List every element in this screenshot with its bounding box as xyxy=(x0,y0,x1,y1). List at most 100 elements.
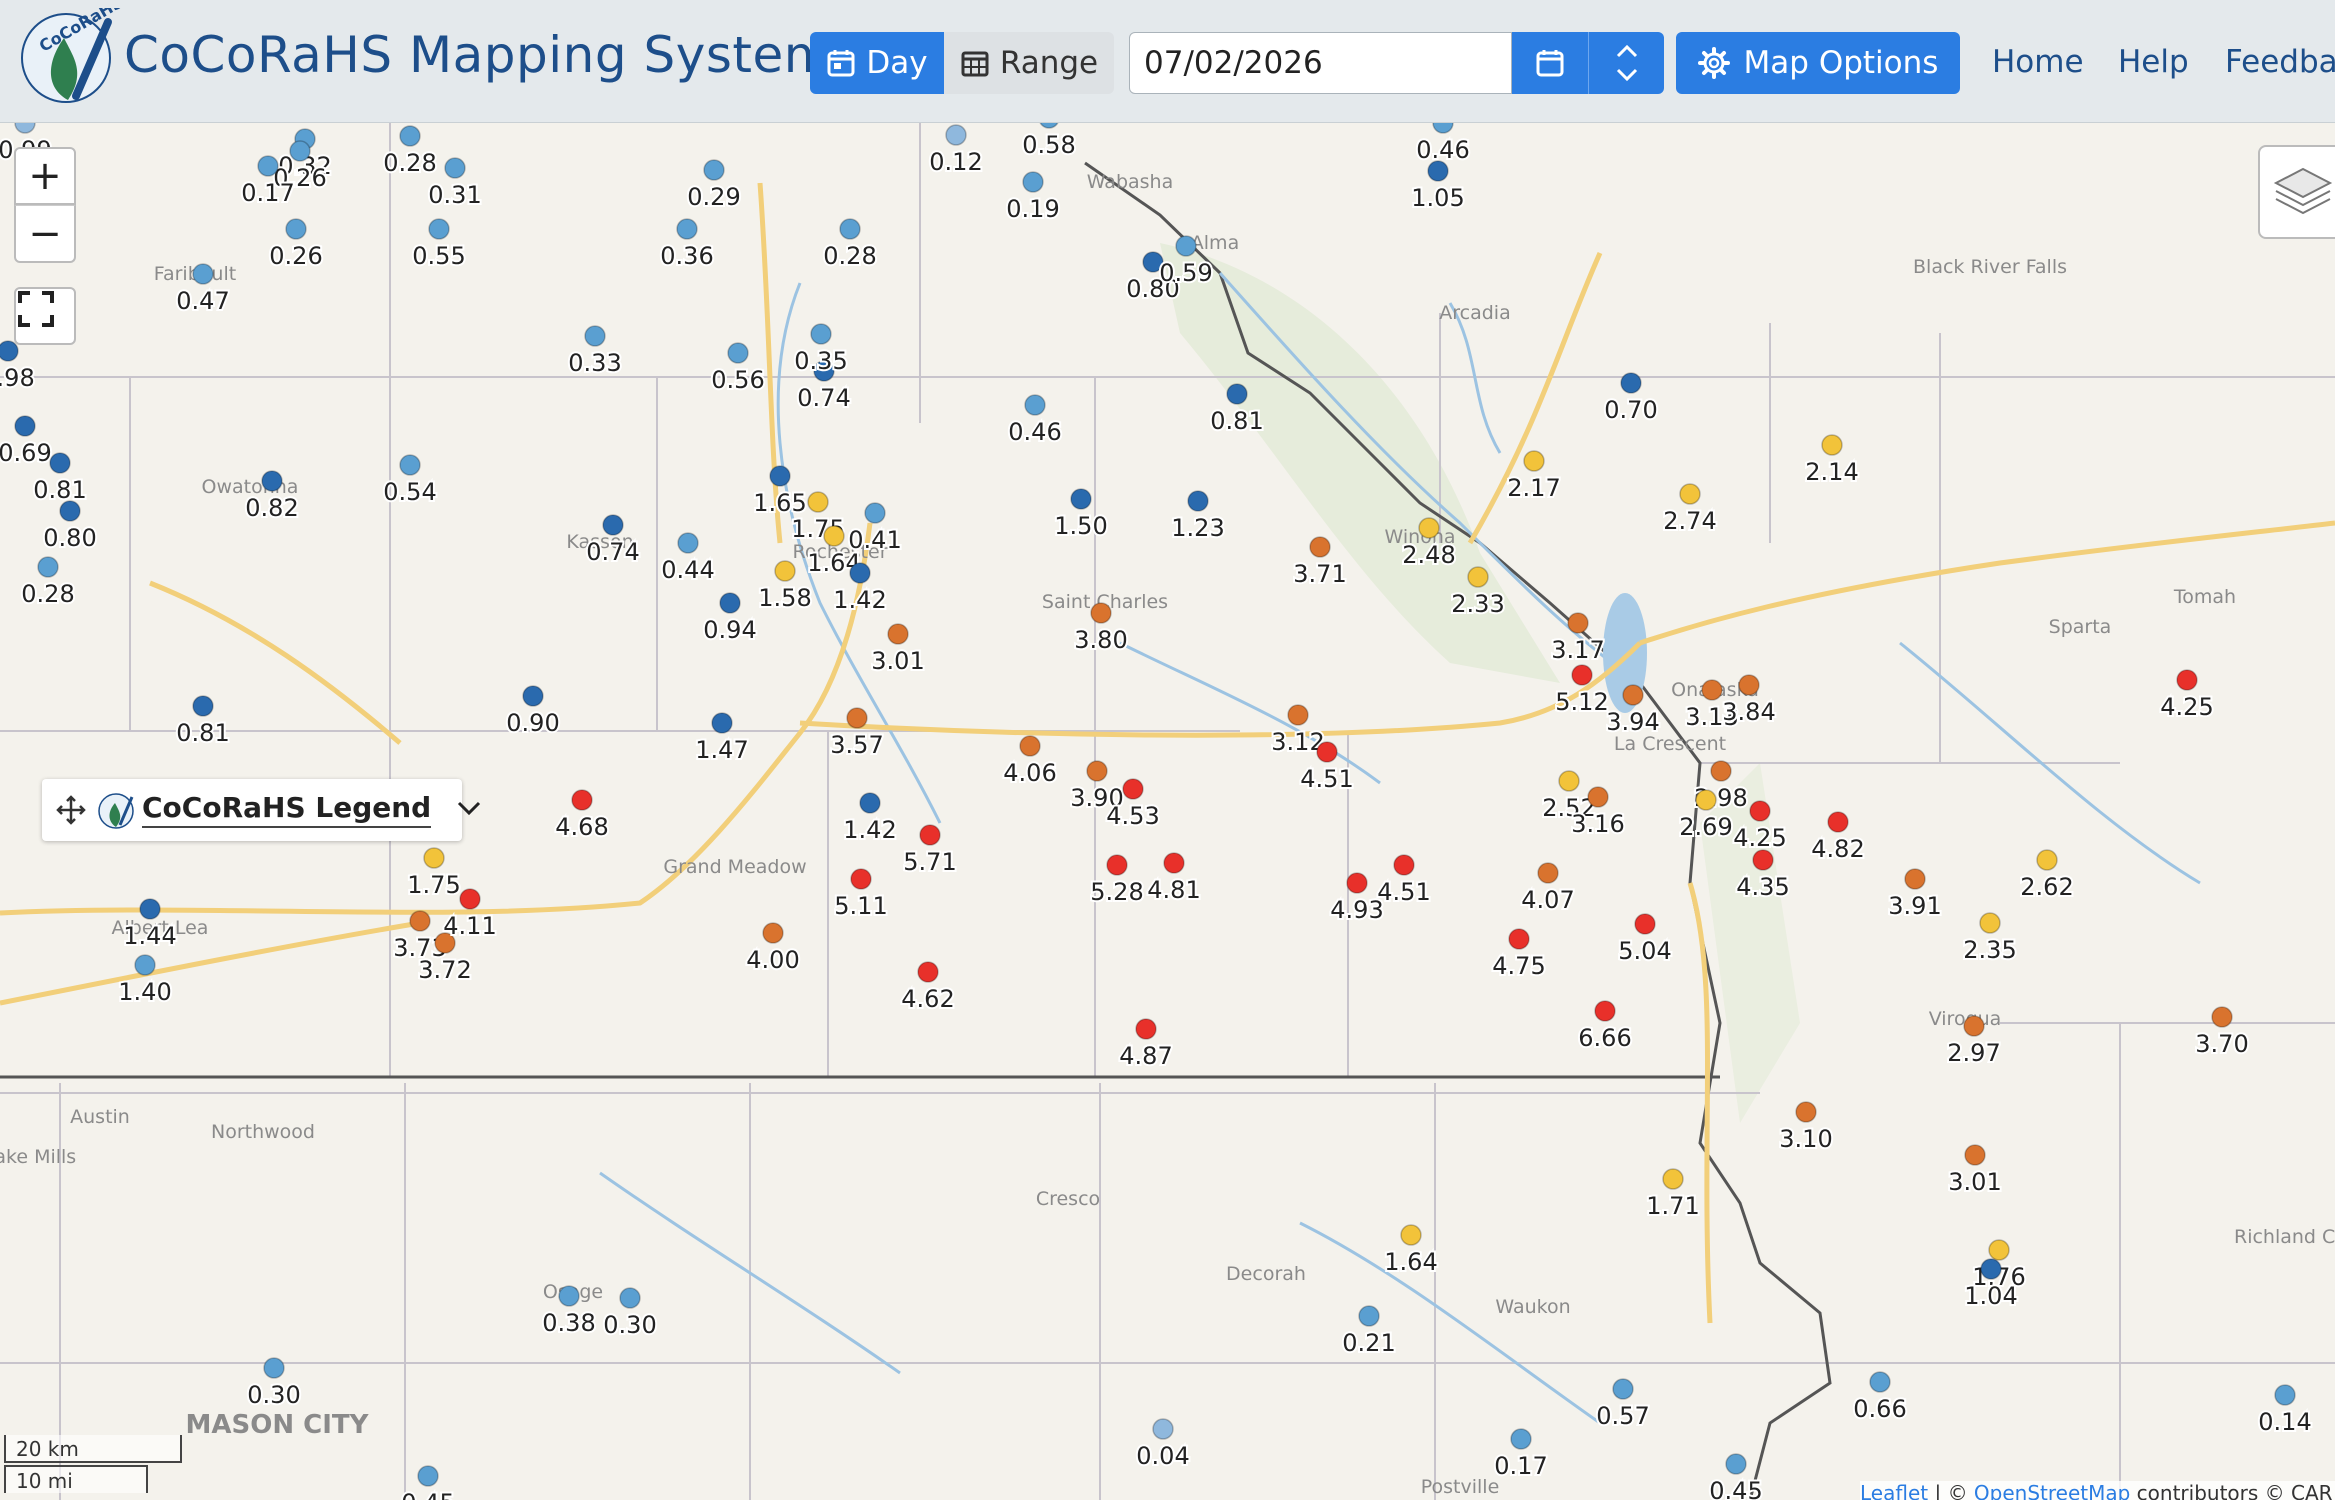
station-dot[interactable] xyxy=(1400,1224,1422,1246)
station-dot[interactable] xyxy=(619,1287,641,1309)
station-marker[interactable]: 6.66 xyxy=(1576,1000,1634,1054)
map-canvas[interactable]: FaribaultOwatonnaAlbert LeaAustinGrand M… xyxy=(0,123,2335,1500)
station-dot[interactable] xyxy=(1749,800,1771,822)
nav-home-link[interactable]: Home xyxy=(1992,44,2084,80)
station-marker[interactable]: 0.45 xyxy=(1707,1453,1765,1500)
station-marker[interactable]: 1.47 xyxy=(693,712,751,766)
station-marker[interactable]: 4.00 xyxy=(744,922,802,976)
station-dot[interactable] xyxy=(37,556,59,578)
station-marker[interactable]: 5.71 xyxy=(901,824,959,878)
station-dot[interactable] xyxy=(1358,1305,1380,1327)
station-dot[interactable] xyxy=(1752,849,1774,871)
station-marker[interactable]: 4.25 xyxy=(2158,669,2216,723)
station-marker[interactable]: 3.01 xyxy=(1946,1144,2004,1198)
station-marker[interactable]: 3.01 xyxy=(869,623,927,677)
station-marker[interactable]: 0.30 xyxy=(601,1287,659,1341)
fullscreen-button[interactable] xyxy=(14,287,76,345)
station-marker[interactable]: 4.68 xyxy=(553,789,611,843)
station-marker[interactable]: 0.57 xyxy=(1594,1378,1652,1432)
station-marker[interactable]: 0.94 xyxy=(701,592,759,646)
station-dot[interactable] xyxy=(1662,1168,1684,1190)
station-marker[interactable]: 0.44 xyxy=(659,532,717,586)
station-dot[interactable] xyxy=(2176,669,2198,691)
station-dot[interactable] xyxy=(423,847,445,869)
station-dot[interactable] xyxy=(59,500,81,522)
station-dot[interactable] xyxy=(917,961,939,983)
range-toggle-button[interactable]: Range xyxy=(944,32,1114,94)
station-marker[interactable]: 3.80 xyxy=(1072,602,1130,656)
station-dot[interactable] xyxy=(285,218,307,240)
station-marker[interactable]: 0.45 xyxy=(399,1465,457,1500)
station-dot[interactable] xyxy=(1634,913,1656,935)
station-dot[interactable] xyxy=(1795,1101,1817,1123)
station-marker[interactable]: 0.28 xyxy=(19,556,77,610)
station-dot[interactable] xyxy=(1979,912,2001,934)
station-dot[interactable] xyxy=(1988,1239,2010,1261)
station-dot[interactable] xyxy=(1175,235,1197,257)
station-marker[interactable]: 0.41 xyxy=(846,502,904,556)
station-dot[interactable] xyxy=(846,707,868,729)
station-marker[interactable]: 1.75 xyxy=(405,847,463,901)
station-marker[interactable]: 2.17 xyxy=(1505,450,1563,504)
station-dot[interactable] xyxy=(1086,760,1108,782)
station-dot[interactable] xyxy=(2211,1006,2233,1028)
station-dot[interactable] xyxy=(14,415,36,437)
station-marker[interactable]: 0.47 xyxy=(174,263,232,317)
layers-control-button[interactable] xyxy=(2258,145,2335,239)
station-marker[interactable]: 0.17 xyxy=(1492,1428,1550,1482)
station-dot[interactable] xyxy=(2036,849,2058,871)
station-marker[interactable]: 5.28 xyxy=(1088,854,1146,908)
station-dot[interactable] xyxy=(807,491,829,513)
station-marker[interactable]: 0.29 xyxy=(685,159,743,213)
station-marker[interactable]: 0.90 xyxy=(504,685,562,739)
station-dot[interactable] xyxy=(49,452,71,474)
map-options-button[interactable]: Map Options xyxy=(1676,32,1960,94)
leaflet-link[interactable]: Leaflet xyxy=(1860,1481,1928,1500)
station-dot[interactable] xyxy=(1122,778,1144,800)
station-dot[interactable] xyxy=(1558,770,1580,792)
station-dot[interactable] xyxy=(1418,517,1440,539)
station-dot[interactable] xyxy=(887,623,909,645)
station-marker[interactable]: 5.11 xyxy=(832,868,890,922)
date-input[interactable] xyxy=(1129,32,1512,94)
station-dot[interactable] xyxy=(1287,704,1309,726)
station-marker[interactable]: 2.97 xyxy=(1945,1015,2003,1069)
station-marker[interactable]: 0.14 xyxy=(2256,1384,2314,1438)
station-marker[interactable]: 0.81 xyxy=(174,695,232,749)
station-dot[interactable] xyxy=(558,1285,580,1307)
station-dot[interactable] xyxy=(409,910,431,932)
station-dot[interactable] xyxy=(1827,811,1849,833)
station-dot[interactable] xyxy=(810,323,832,345)
station-marker[interactable]: 3.94 xyxy=(1604,684,1662,738)
station-dot[interactable] xyxy=(192,695,214,717)
station-dot[interactable] xyxy=(850,868,872,890)
station-marker[interactable]: 3.17 xyxy=(1549,612,1607,666)
station-marker[interactable]: 0.46 xyxy=(1414,123,1472,166)
station-dot[interactable] xyxy=(1427,160,1449,182)
station-marker[interactable]: 2.35 xyxy=(1961,912,2019,966)
station-dot[interactable] xyxy=(1523,450,1545,472)
station-marker[interactable]: 0.80 xyxy=(41,500,99,554)
station-dot[interactable] xyxy=(1135,1018,1157,1040)
station-marker[interactable]: 4.87 xyxy=(1117,1018,1175,1072)
station-marker[interactable]: 2.33 xyxy=(1449,566,1507,620)
station-marker[interactable]: 5.04 xyxy=(1616,913,1674,967)
station-dot[interactable] xyxy=(1567,612,1589,634)
day-toggle-button[interactable]: Day xyxy=(810,32,944,94)
station-marker[interactable]: 0.74 xyxy=(584,514,642,568)
station-dot[interactable] xyxy=(1594,1000,1616,1022)
station-marker[interactable]: 3.10 xyxy=(1777,1101,1835,1155)
zoom-out-button[interactable]: − xyxy=(14,205,76,263)
station-dot[interactable] xyxy=(919,824,941,846)
station-marker[interactable]: 4.35 xyxy=(1734,849,1792,903)
station-dot[interactable] xyxy=(859,792,881,814)
station-marker[interactable]: 1.42 xyxy=(841,792,899,846)
station-marker[interactable]: 3.84 xyxy=(1720,674,1778,728)
station-marker[interactable]: 1.23 xyxy=(1169,490,1227,544)
station-dot[interactable] xyxy=(1869,1371,1891,1393)
station-marker[interactable]: 3.71 xyxy=(1291,536,1349,590)
station-marker[interactable]: 5.12 xyxy=(1553,664,1611,718)
station-dot[interactable] xyxy=(1612,1378,1634,1400)
station-marker[interactable]: 1.05 xyxy=(1409,160,1467,214)
station-marker[interactable]: 0.19 xyxy=(1004,171,1062,225)
